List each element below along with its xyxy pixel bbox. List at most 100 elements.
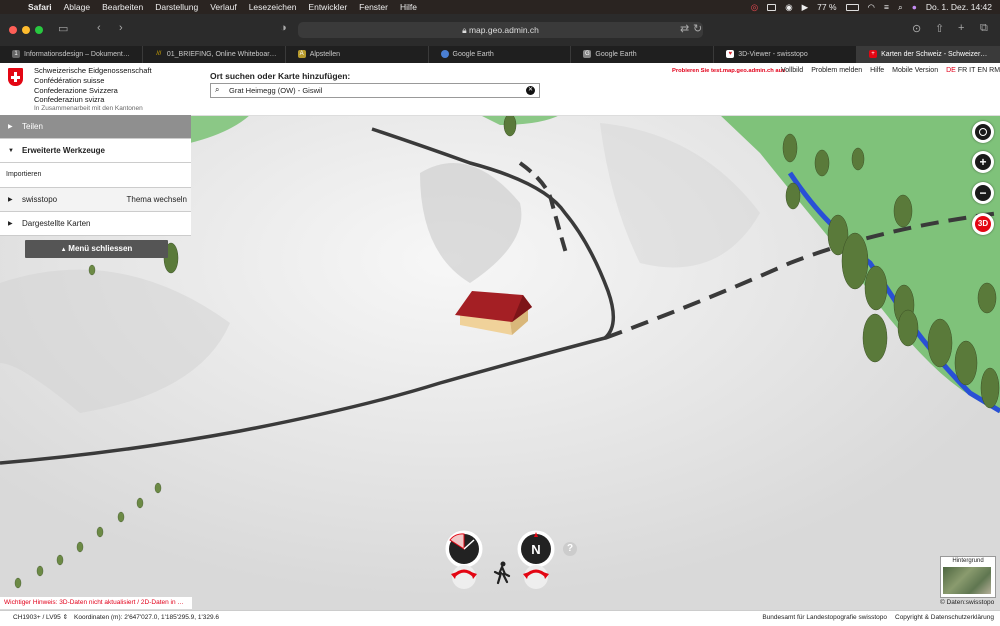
change-topic-link[interactable]: Thema wechseln — [127, 188, 187, 212]
test-site-link[interactable]: Probieren Sie test.map.geo.admin.ch aus — [672, 68, 785, 74]
tab-label: Google Earth — [452, 51, 494, 58]
browser-tab-bar: 1 Informationsdesign – Dokument… /// 01_BR… — [0, 46, 1000, 63]
mobile-version-link[interactable]: Mobile Version — [892, 67, 938, 74]
tab-overview-icon[interactable]: ⧉ — [980, 22, 988, 35]
translate-icon[interactable]: ⇄ — [680, 22, 689, 35]
displayed-maps-label: Dargestellte Karten — [22, 219, 91, 228]
tab-google-earth-1[interactable]: Google Earth — [429, 46, 572, 63]
record-icon[interactable]: ◉ — [785, 2, 792, 13]
menu-item-lesezeichen[interactable]: Lesezeichen — [249, 2, 297, 12]
target-icon — [975, 124, 991, 140]
caret-right-icon: ▶ — [8, 221, 13, 227]
search-icon[interactable]: ⌕ — [898, 2, 903, 13]
battery-percent[interactable]: 77 % — [817, 2, 836, 12]
macos-menubar: Safari Ablage Bearbeiten Darstellung Ver… — [0, 0, 1000, 14]
tab-alpstellen[interactable]: A Alpstellen — [286, 46, 429, 63]
toggle-3d-button[interactable]: 3D — [972, 213, 994, 235]
displayed-maps-section[interactable]: ▶ Dargestellte Karten — [0, 212, 191, 236]
browser-toolbar: ▭ ‹ › ◑ 🔒︎ map.geo.admin.ch ⇄ ↻ ⊙ ⇧ + ⧉ — [0, 14, 1000, 46]
background-switcher[interactable]: Hintergrund — [940, 556, 996, 598]
3d-icon: 3D — [975, 216, 991, 232]
rotate-arrows-bg[interactable] — [524, 565, 548, 589]
close-window-button[interactable] — [9, 26, 17, 34]
battery-icon[interactable] — [845, 3, 859, 11]
compass-control[interactable]: N — [514, 528, 562, 590]
lang-rm[interactable]: RM — [989, 67, 1000, 74]
pedestrian-icon[interactable] — [492, 561, 512, 585]
share-section[interactable]: ▶ Teilen — [0, 115, 191, 139]
tab-google-earth-2[interactable]: G Google Earth — [571, 46, 715, 63]
plus-icon: + — [975, 154, 991, 170]
tab-favicon-icon: A — [297, 50, 306, 58]
search-input[interactable] — [229, 85, 519, 96]
reload-icon[interactable]: ↻ — [693, 22, 702, 35]
control-center-icon[interactable]: ≡ — [884, 2, 889, 12]
lang-en[interactable]: EN — [977, 67, 987, 74]
creative-cloud-icon[interactable]: ◎ — [751, 2, 758, 13]
tilt-control[interactable] — [442, 528, 490, 590]
swiss-cross-logo[interactable] — [8, 68, 23, 86]
help-link[interactable]: Hilfe — [870, 67, 884, 74]
tab-briefing[interactable]: /// 01_BRIEFING, Online Whiteboar… — [143, 46, 286, 63]
menubar-status-area: ◎ ◉ ▶ 77 % ◠ ≡ ⌕ ● Do. 1. Dez. 14:42 — [751, 0, 992, 14]
confederation-rm: Confederaziun svizra — [34, 95, 105, 105]
tab-favicon-icon: /// — [156, 51, 162, 57]
menu-item-bearbeiten[interactable]: Bearbeiten — [102, 2, 143, 12]
zoom-window-button[interactable] — [35, 26, 43, 34]
topic-section[interactable]: ▶ swisstopo Thema wechseln — [0, 188, 191, 212]
import-item[interactable]: Importieren — [0, 163, 191, 188]
help-button[interactable]: ? — [563, 542, 577, 556]
siri-icon[interactable]: ● — [912, 2, 917, 12]
shield-icon[interactable]: ◑ — [280, 22, 287, 34]
clock[interactable]: Do. 1. Dez. 14:42 — [926, 2, 992, 12]
language-switcher: DE FR IT EN RM — [946, 67, 1000, 74]
lang-fr[interactable]: FR — [958, 67, 967, 74]
address-bar[interactable]: 🔒︎ map.geo.admin.ch — [298, 22, 703, 38]
fullscreen-link[interactable]: Vollbild — [781, 67, 803, 74]
sidebar-toggle-icon[interactable]: ▭ — [58, 22, 68, 35]
download-icon[interactable]: ⊙ — [912, 22, 921, 35]
new-tab-icon[interactable]: + — [958, 22, 964, 34]
background-thumbnail[interactable] — [943, 567, 991, 594]
play-icon[interactable]: ▶ — [802, 2, 809, 13]
advanced-tools-section[interactable]: ▼ Erweiterte Werkzeuge — [0, 139, 191, 163]
lang-de[interactable]: DE — [946, 67, 956, 74]
confederation-fr: Confédération suisse — [34, 75, 105, 85]
zoom-out-button[interactable]: − — [972, 182, 994, 204]
close-menu-label: Menü schliessen — [68, 244, 133, 253]
wifi-icon[interactable]: ◠ — [868, 2, 875, 13]
share-label: Teilen — [22, 122, 43, 131]
menu-item-verlauf[interactable]: Verlauf — [210, 2, 236, 12]
menu-item-fenster[interactable]: Fenster — [359, 2, 388, 12]
lang-it[interactable]: IT — [969, 67, 975, 74]
back-arrow-icon[interactable]: ‹ — [97, 22, 101, 34]
tab-3d-viewer[interactable]: ♥ 3D-Viewer - swisstopo — [714, 46, 858, 63]
rotate-arrows-bg[interactable] — [452, 565, 476, 589]
menu-item-hilfe[interactable]: Hilfe — [400, 2, 417, 12]
menu-app-name[interactable]: Safari — [28, 2, 52, 12]
locate-button[interactable] — [972, 121, 994, 143]
tab-label: Karten der Schweiz - Schweizer… — [881, 51, 988, 58]
tab-karten-der-schweiz[interactable]: + Karten der Schweiz - Schweizer… — [857, 46, 1000, 63]
copyright-link[interactable]: Copyright & Datenschutzerklärung — [895, 611, 994, 625]
important-hint[interactable]: Wichtiger Hinweis: 3D-Daten nicht aktual… — [0, 597, 192, 609]
menu-item-darstellung[interactable]: Darstellung — [155, 2, 198, 12]
share-icon[interactable]: ⇧ — [935, 22, 944, 35]
minimize-window-button[interactable] — [22, 26, 30, 34]
forward-arrow-icon[interactable]: › — [119, 22, 123, 34]
close-menu-button[interactable]: ▲ Menü schliessen — [25, 240, 168, 258]
topic-label: swisstopo — [22, 195, 58, 204]
tab-favicon-icon: 1 — [12, 50, 20, 58]
menu-item-entwickler[interactable]: Entwickler — [308, 2, 347, 12]
tab-informationsdesign[interactable]: 1 Informationsdesign – Dokument… — [0, 46, 143, 63]
zoom-in-button[interactable]: + — [972, 151, 994, 173]
display-icon[interactable] — [767, 3, 777, 11]
agency-link[interactable]: Bundesamt für Landestopografie swisstopo — [762, 611, 887, 625]
report-problem-link[interactable]: Problem melden — [811, 67, 862, 74]
crs-select[interactable]: CH1903+ / LV95 ⇕ — [13, 611, 68, 625]
tab-label: 01_BRIEFING, Online Whiteboar… — [166, 51, 277, 58]
caret-right-icon: ▶ — [8, 124, 13, 130]
menu-item-ablage[interactable]: Ablage — [64, 2, 90, 12]
data-credit[interactable]: © Daten:swisstopo — [940, 599, 994, 606]
clear-search-icon[interactable]: ✕ — [526, 86, 535, 95]
